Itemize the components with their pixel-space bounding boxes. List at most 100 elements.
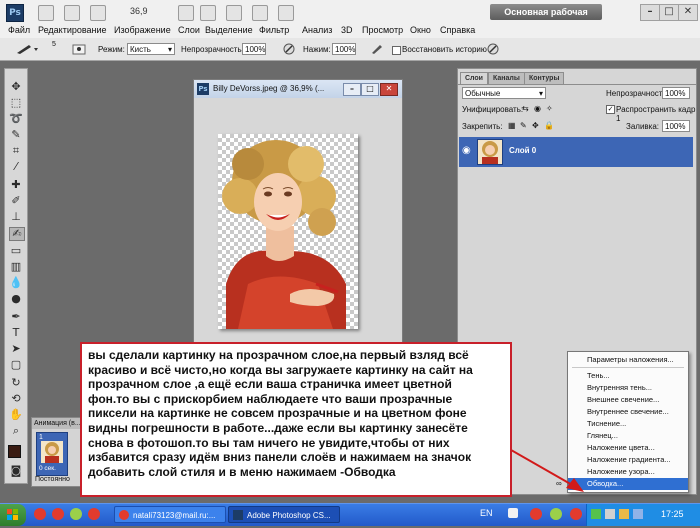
zoom-tool-icon[interactable]: [200, 5, 216, 21]
3d-orbit-tool-icon[interactable]: ⟲: [9, 393, 23, 405]
brush-panel-icon[interactable]: [72, 43, 86, 55]
eye-icon[interactable]: ◉: [462, 145, 471, 156]
unify-position-icon[interactable]: ⇆: [522, 104, 529, 113]
zoom-tool-icon[interactable]: ⌕: [9, 425, 23, 437]
quicklaunch-opera3-icon[interactable]: [88, 508, 100, 520]
view-extras-icon[interactable]: [90, 5, 106, 21]
path-select-tool-icon[interactable]: ➤: [9, 343, 23, 355]
maximize-button[interactable]: □: [659, 4, 679, 21]
quick-select-tool-icon[interactable]: ✎: [9, 129, 23, 141]
menu-analysis[interactable]: Анализ: [302, 25, 332, 35]
layer-name[interactable]: Слой 0: [509, 146, 536, 155]
document-window[interactable]: Ps Billy DeVorss.jpeg @ 36,9% (... – □ ✕: [193, 79, 403, 349]
rotate-view-icon[interactable]: [226, 5, 242, 21]
quicklaunch-opera-icon[interactable]: [34, 508, 46, 520]
start-button[interactable]: [0, 504, 26, 526]
clock[interactable]: 17:25: [661, 509, 684, 519]
quick-mask-icon[interactable]: ◙: [9, 465, 23, 477]
tool-preset-picker[interactable]: [14, 43, 40, 55]
bridge-icon[interactable]: [38, 5, 54, 21]
language-indicator[interactable]: EN: [480, 508, 493, 518]
healing-brush-tool-icon[interactable]: ✚: [9, 179, 23, 191]
unify-visibility-icon[interactable]: ◉: [534, 104, 541, 113]
tray-security-icon[interactable]: [619, 509, 629, 519]
unify-style-icon[interactable]: ✧: [546, 104, 553, 113]
blend-mode-select[interactable]: Обычные ▾: [462, 87, 546, 99]
menu-view[interactable]: Просмотр: [362, 25, 403, 35]
pressure-input[interactable]: 100%: [332, 43, 356, 55]
clone-stamp-tool-icon[interactable]: ⊥: [9, 211, 23, 223]
tray-opera2-icon[interactable]: [570, 508, 582, 520]
loop-option[interactable]: Постоянно: [35, 476, 70, 483]
eraser-tool-icon[interactable]: ▭: [9, 245, 23, 257]
image-canvas[interactable]: [218, 134, 358, 329]
eyedropper-tool-icon[interactable]: ⁄: [9, 161, 23, 173]
menu-image[interactable]: Изображение: [114, 25, 171, 35]
arrange-documents-icon[interactable]: [252, 5, 268, 21]
menu-file[interactable]: Файл: [8, 25, 30, 35]
task-photoshop[interactable]: Adobe Photoshop CS...: [228, 506, 340, 523]
foreground-color-swatch[interactable]: [8, 445, 21, 458]
3d-rotate-tool-icon[interactable]: ↻: [9, 377, 23, 389]
menu-filter[interactable]: Фильтр: [259, 25, 289, 35]
menu-item-outer-glow[interactable]: Внешнее свечение...: [568, 394, 688, 406]
mode-select[interactable]: Кисть ▾: [127, 43, 175, 55]
propagate-frame-checkbox[interactable]: ✓: [606, 105, 615, 114]
workspace-switcher[interactable]: Основная рабочая среда: [490, 4, 602, 33]
lock-transparency-icon[interactable]: ▦: [508, 121, 516, 130]
document-title-bar[interactable]: Ps Billy DeVorss.jpeg @ 36,9% (... – □ ✕: [194, 80, 402, 98]
tray-volume-icon[interactable]: [605, 509, 615, 519]
animation-frame[interactable]: 1 0 сек.: [36, 432, 68, 476]
doc-maximize-button[interactable]: □: [361, 83, 379, 96]
shape-tool-icon[interactable]: ▢: [9, 359, 23, 371]
lock-pixels-icon[interactable]: ✎: [520, 121, 527, 130]
layer-opacity-input[interactable]: 100%: [662, 87, 690, 99]
fill-input[interactable]: 100%: [662, 120, 690, 132]
doc-close-button[interactable]: ✕: [380, 83, 398, 96]
menu-edit[interactable]: Редактирование: [38, 25, 107, 35]
menu-layers[interactable]: Слои: [178, 25, 200, 35]
restore-history-checkbox[interactable]: [392, 46, 401, 55]
layer-row[interactable]: ◉ Слой 0: [459, 137, 693, 167]
tray-opera-icon[interactable]: [530, 508, 542, 520]
zoom-level[interactable]: 36,9: [130, 6, 148, 16]
tray-icq-icon[interactable]: [550, 508, 562, 520]
screen-mode-icon[interactable]: [278, 5, 294, 21]
tray-app-icon[interactable]: [633, 509, 643, 519]
lock-position-icon[interactable]: ✥: [532, 121, 539, 130]
blur-tool-icon[interactable]: 💧: [9, 277, 23, 289]
task-browser[interactable]: natali73123@mail.ru:...: [114, 506, 226, 523]
pen-tool-icon[interactable]: ✒: [9, 311, 23, 323]
brush-size[interactable]: 5: [52, 41, 56, 48]
lock-all-icon[interactable]: 🔒: [544, 121, 554, 130]
menu-select[interactable]: Выделение: [205, 25, 253, 35]
type-tool-icon[interactable]: T: [9, 327, 23, 339]
hand-tool-icon[interactable]: [178, 5, 194, 21]
airbrush-icon[interactable]: [370, 43, 384, 55]
dodge-tool-icon[interactable]: ●: [9, 293, 23, 305]
opacity-input[interactable]: 100%: [242, 43, 266, 55]
quicklaunch-opera2-icon[interactable]: [52, 508, 64, 520]
menu-3d[interactable]: 3D: [341, 25, 353, 35]
quicklaunch-icq-icon[interactable]: [70, 508, 82, 520]
crop-tool-icon[interactable]: ⌗: [9, 145, 23, 157]
menu-help[interactable]: Справка: [440, 25, 475, 35]
tray-chevron-icon[interactable]: [508, 508, 518, 518]
pressure-size-icon[interactable]: [487, 43, 499, 55]
hand-tool-icon[interactable]: ✋: [9, 409, 23, 421]
history-brush-tool-icon[interactable]: ✍: [9, 227, 25, 241]
doc-minimize-button[interactable]: –: [343, 83, 361, 96]
menu-window[interactable]: Окно: [410, 25, 431, 35]
mini-bridge-icon[interactable]: [64, 5, 80, 21]
frame-delay[interactable]: 0 сек.: [39, 465, 56, 472]
close-button[interactable]: ✕: [678, 4, 698, 21]
marquee-tool-icon[interactable]: ⬚: [9, 97, 23, 109]
menu-item-bevel-emboss[interactable]: Тиснение...: [568, 418, 688, 430]
menu-item-blending-options[interactable]: Параметры наложения...: [568, 354, 688, 366]
gradient-tool-icon[interactable]: ▥: [9, 261, 23, 273]
lasso-tool-icon[interactable]: ➰: [9, 113, 23, 125]
menu-item-inner-shadow[interactable]: Внутренняя тень...: [568, 382, 688, 394]
move-tool-icon[interactable]: ✥: [9, 81, 23, 93]
brush-tool-icon[interactable]: ✐: [9, 195, 23, 207]
tray-network-icon[interactable]: [591, 509, 601, 519]
